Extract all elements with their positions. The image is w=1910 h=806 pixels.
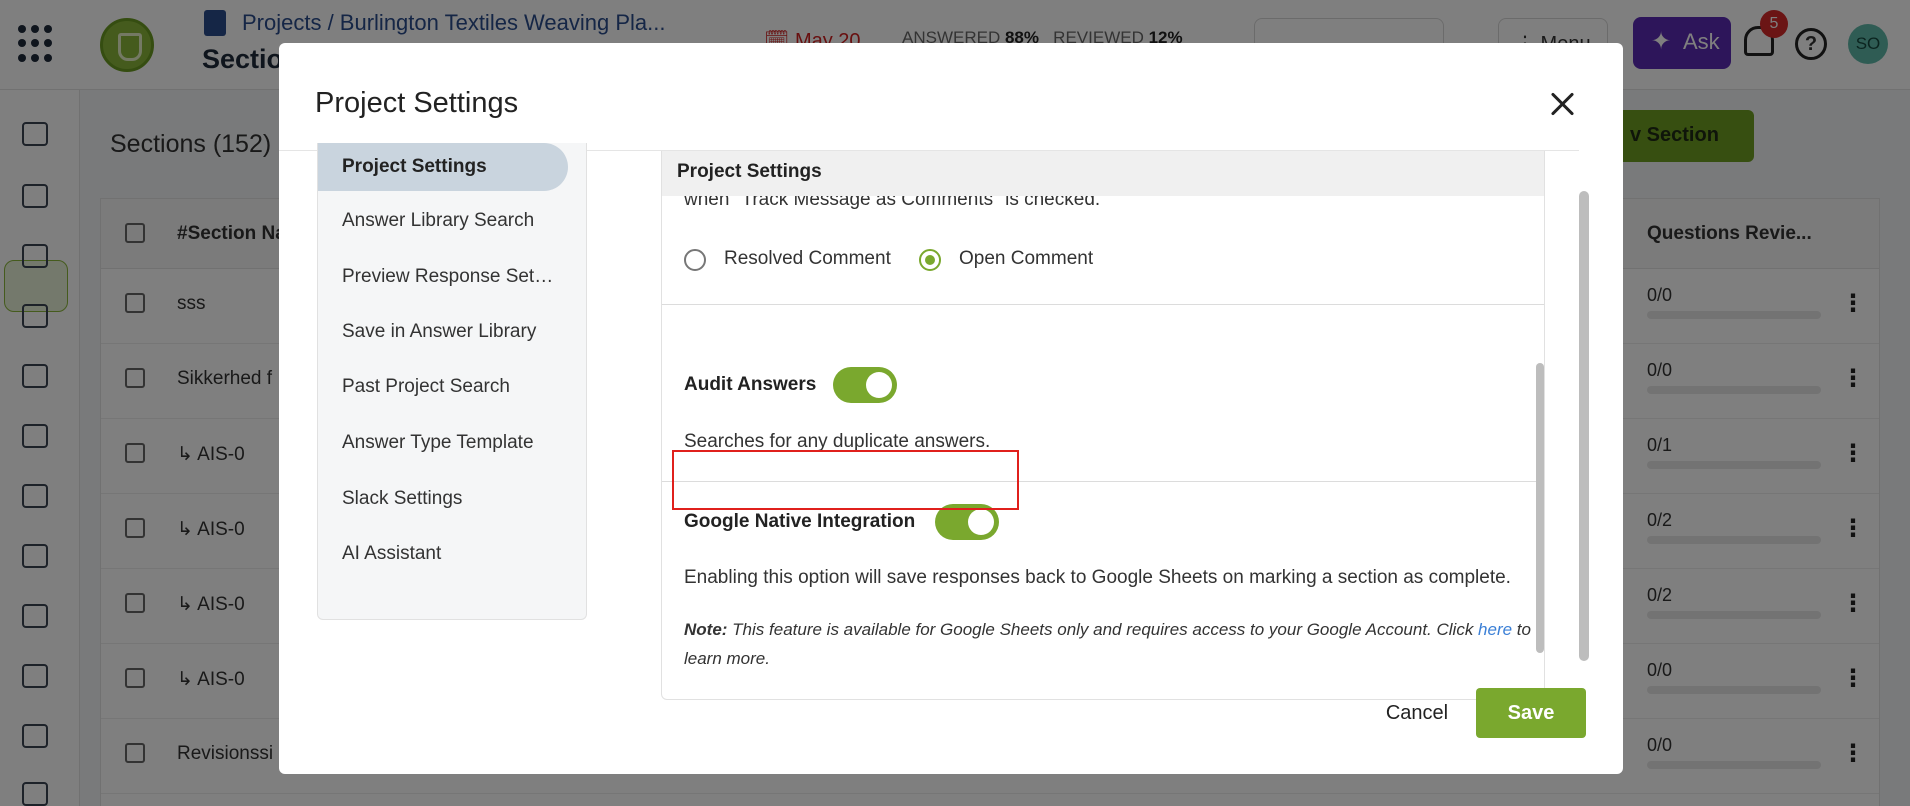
note-label: Note: [684, 620, 728, 639]
nav-item-slack-settings[interactable]: Slack Settings [318, 475, 568, 523]
audit-answers-toggle[interactable] [833, 367, 897, 403]
settings-nav: Project Settings Answer Library Search P… [317, 143, 587, 620]
audit-answers-label: Audit Answers [684, 374, 817, 395]
nav-item-preview-response-set[interactable]: Preview Response Set… [318, 253, 568, 301]
settings-panel: when "Track Message as Comments" is chec… [661, 151, 1545, 700]
divider [662, 304, 1544, 305]
nav-item-past-project-search[interactable]: Past Project Search [318, 363, 568, 411]
open-comment-radio[interactable] [919, 249, 941, 271]
google-integration-description: Enabling this option will save responses… [684, 567, 1511, 588]
note-text: This feature is available for Google She… [727, 620, 1479, 639]
project-settings-modal: Project Settings Project Settings Answer… [279, 43, 1623, 774]
learn-more-link[interactable]: here [1478, 620, 1512, 639]
panel-scrollbar[interactable] [1536, 363, 1544, 653]
nav-item-answer-type-template[interactable]: Answer Type Template [318, 419, 568, 467]
panel-header: Project Settings [662, 151, 1544, 196]
save-button[interactable]: Save [1476, 688, 1586, 738]
highlight-box [672, 450, 1019, 510]
close-icon[interactable] [1545, 87, 1581, 123]
nav-item-save-in-answer-library[interactable]: Save in Answer Library [318, 308, 568, 356]
resolved-comment-radio[interactable] [684, 249, 706, 271]
nav-item-answer-library-search[interactable]: Answer Library Search [318, 197, 568, 245]
nav-item-ai-assistant[interactable]: AI Assistant [318, 530, 568, 578]
google-integration-note: Note: This feature is available for Goog… [684, 615, 1544, 673]
cancel-button[interactable]: Cancel [1367, 688, 1467, 738]
nav-item-project-settings[interactable]: Project Settings [318, 143, 568, 191]
modal-scrollbar[interactable] [1579, 191, 1589, 661]
google-native-integration-label: Google Native Integration [684, 511, 916, 532]
open-comment-label[interactable]: Open Comment [959, 248, 1093, 270]
modal-title: Project Settings [315, 87, 519, 119]
resolved-comment-label[interactable]: Resolved Comment [724, 248, 891, 270]
